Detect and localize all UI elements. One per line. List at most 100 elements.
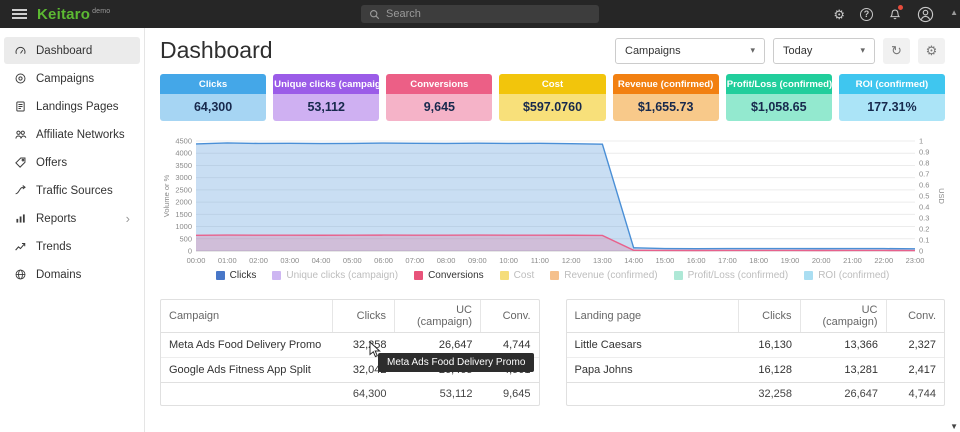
menu-icon[interactable] [12, 9, 27, 19]
legend-item-roi-confirmed[interactable]: ROI (confirmed) [804, 270, 889, 281]
column-header-campaign[interactable]: Campaign [161, 300, 333, 333]
svg-text:03:00: 03:00 [280, 256, 299, 265]
legend-item-profit-loss-confirmed[interactable]: Profit/Loss (confirmed) [674, 270, 789, 281]
date-range-select[interactable]: Today ▾ [773, 38, 875, 64]
dashboard-settings-button[interactable]: ⚙ [918, 38, 945, 64]
legend-item-clicks[interactable]: Clicks [216, 270, 257, 281]
chart-canvas: 05001000150020002500300035004000450000.1… [160, 135, 945, 267]
column-header-clicks[interactable]: Clicks [738, 300, 800, 333]
settings-icon[interactable]: ⚙ [833, 8, 845, 21]
svg-text:16:00: 16:00 [687, 256, 706, 265]
sidebar-item-offers[interactable]: Offers [4, 149, 140, 176]
svg-text:11:00: 11:00 [531, 256, 549, 265]
chevron-right-icon: › [126, 211, 130, 226]
total-value: 9,645 [481, 383, 539, 406]
metric-cards-row: Clicks64,300Unique clicks (campaign)53,1… [160, 74, 945, 121]
sidebar-item-label: Landings Pages [36, 101, 118, 113]
refresh-button[interactable]: ↻ [883, 38, 910, 64]
trend-icon [14, 240, 27, 253]
svg-text:0.7: 0.7 [919, 170, 929, 179]
svg-text:13:00: 13:00 [593, 256, 612, 265]
svg-text:4000: 4000 [175, 149, 192, 158]
svg-text:0.4: 0.4 [919, 203, 929, 212]
page-title: Dashboard [160, 37, 273, 64]
cell-name: Little Caesars [567, 333, 739, 358]
target-icon [14, 72, 27, 85]
svg-text:20:00: 20:00 [812, 256, 831, 265]
total-value: 26,647 [800, 383, 886, 406]
landing-pages-table: Landing pageClicksUC (campaign)Conv.Litt… [566, 299, 946, 406]
sidebar-item-domains[interactable]: Domains [4, 261, 140, 288]
svg-text:09:00: 09:00 [468, 256, 487, 265]
column-header-conv[interactable]: Conv. [886, 300, 944, 333]
metric-label: Conversions [386, 74, 492, 94]
summary-tables: CampaignClicksUC (campaign)Conv.Meta Ads… [160, 299, 945, 406]
legend-item-unique-clicks-campaign[interactable]: Unique clicks (campaign) [272, 270, 398, 281]
column-header-conv[interactable]: Conv. [481, 300, 539, 333]
column-header-clicks[interactable]: Clicks [333, 300, 395, 333]
sidebar-item-label: Traffic Sources [36, 185, 113, 197]
bell-icon[interactable] [888, 7, 902, 21]
legend-swatch [500, 271, 509, 280]
metric-card-cost: Cost$597.0760 [499, 74, 605, 121]
svg-text:0.1: 0.1 [919, 236, 929, 245]
legend-swatch [414, 271, 423, 280]
search-bar[interactable] [361, 5, 599, 23]
scrollbar-up-arrow[interactable]: ▲ [950, 9, 958, 17]
svg-text:0.2: 0.2 [919, 225, 929, 234]
total-value [567, 383, 739, 406]
reports-icon [14, 212, 27, 225]
logo-demo-badge: demo [92, 8, 110, 15]
scrollbar-down-arrow[interactable]: ▼ [950, 423, 958, 431]
user-avatar-icon[interactable] [917, 6, 934, 23]
legend-swatch [272, 271, 281, 280]
svg-text:500: 500 [179, 234, 192, 243]
legend-item-conversions[interactable]: Conversions [414, 270, 484, 281]
grouping-select[interactable]: Campaigns ▾ [615, 38, 765, 64]
sidebar-item-reports[interactable]: Reports› [4, 205, 140, 232]
search-input[interactable] [386, 8, 591, 20]
table-row[interactable]: Little Caesars16,13013,3662,327 [567, 333, 945, 358]
help-icon[interactable]: ? [860, 8, 873, 21]
tag-icon [14, 156, 27, 169]
legend-item-revenue-confirmed[interactable]: Revenue (confirmed) [550, 270, 657, 281]
sidebar-item-dashboard[interactable]: Dashboard [4, 37, 140, 64]
legend-item-cost[interactable]: Cost [500, 270, 535, 281]
sidebar-item-landings-pages[interactable]: Landings Pages [4, 93, 140, 120]
svg-text:07:00: 07:00 [405, 256, 424, 265]
svg-text:18:00: 18:00 [749, 256, 768, 265]
total-value [161, 383, 333, 406]
svg-text:2000: 2000 [175, 198, 192, 207]
metric-value: 64,300 [160, 94, 266, 121]
sidebar-item-traffic-sources[interactable]: Traffic Sources [4, 177, 140, 204]
svg-text:06:00: 06:00 [374, 256, 393, 265]
table-header-row: CampaignClicksUC (campaign)Conv. [161, 300, 539, 333]
metric-card-conversions: Conversions9,645 [386, 74, 492, 121]
column-header-uc-campaign[interactable]: UC (campaign) [395, 300, 481, 333]
sidebar-item-campaigns[interactable]: Campaigns [4, 65, 140, 92]
svg-text:0.3: 0.3 [919, 214, 929, 223]
column-header-landing-page[interactable]: Landing page [567, 300, 739, 333]
traffic-chart: 05001000150020002500300035004000450000.1… [160, 135, 945, 281]
sidebar: Dashboard Campaigns Landings Pages Affiliat… [0, 28, 145, 432]
legend-swatch [216, 271, 225, 280]
sidebar-item-affiliate-networks[interactable]: Affiliate Networks [4, 121, 140, 148]
metric-label: Cost [499, 74, 605, 94]
sidebar-item-trends[interactable]: Trends [4, 233, 140, 260]
cell-value: 16,130 [738, 333, 800, 358]
sidebar-item-label: Dashboard [36, 45, 92, 57]
metric-value: $597.0760 [499, 94, 605, 121]
chevron-down-icon: ▾ [860, 45, 865, 56]
legend-swatch [804, 271, 813, 280]
table-row[interactable]: Papa Johns16,12813,2812,417 [567, 358, 945, 383]
column-header-uc-campaign[interactable]: UC (campaign) [800, 300, 886, 333]
logo[interactable]: Keitarodemo [37, 6, 110, 23]
total-value: 32,258 [738, 383, 800, 406]
date-range-value: Today [783, 45, 812, 57]
total-value: 53,112 [395, 383, 481, 406]
svg-text:12:00: 12:00 [562, 256, 581, 265]
sidebar-item-label: Offers [36, 157, 67, 169]
svg-text:1500: 1500 [175, 210, 192, 219]
svg-text:0: 0 [188, 247, 192, 256]
legend-label: Clicks [230, 270, 257, 281]
